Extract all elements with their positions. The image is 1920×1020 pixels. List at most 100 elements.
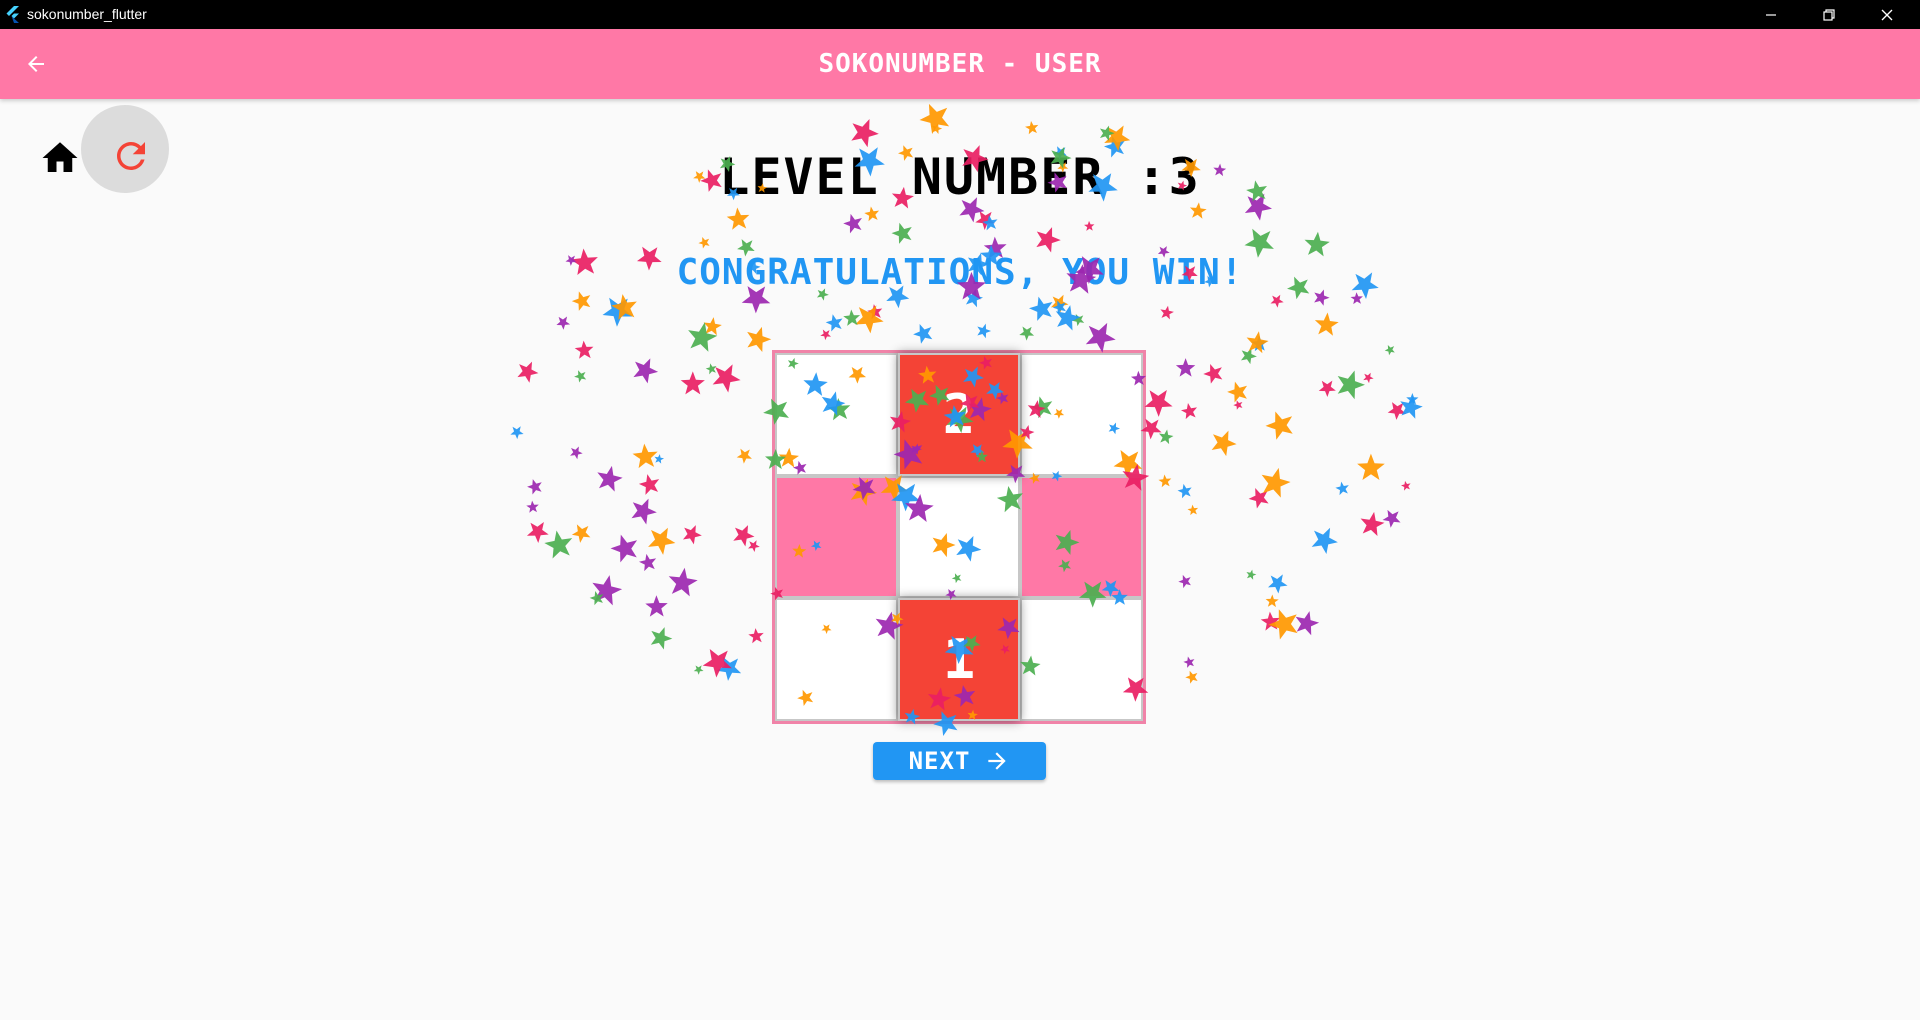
confetti-star	[726, 207, 750, 230]
confetti-star	[602, 297, 633, 327]
confetti-star	[1028, 296, 1053, 321]
target-cell	[1020, 475, 1143, 599]
confetti-star	[648, 527, 676, 555]
confetti-star	[517, 361, 539, 383]
confetti-star	[1240, 347, 1257, 365]
confetti-star	[1268, 574, 1288, 594]
confetti-star	[1401, 480, 1411, 491]
confetti-star	[1337, 370, 1366, 400]
number-block-1[interactable]: 1	[897, 598, 1021, 721]
confetti-star	[982, 215, 998, 231]
confetti-star	[1335, 481, 1349, 496]
confetti-star	[1382, 509, 1401, 528]
confetti-star	[589, 591, 604, 606]
confetti-star	[680, 371, 705, 395]
confetti-star	[668, 567, 698, 597]
board-cell-empty	[1020, 353, 1143, 476]
confetti-star	[1261, 467, 1291, 498]
confetti-star	[1158, 429, 1174, 445]
window-titlebar: sokonumber_flutter	[0, 0, 1920, 29]
confetti-star	[1187, 504, 1199, 516]
confetti-star	[638, 553, 657, 572]
confetti-star	[820, 329, 832, 341]
confetti-star	[526, 522, 549, 544]
confetti-star	[867, 304, 883, 320]
confetti-star	[650, 627, 673, 650]
confetti-star	[1084, 220, 1095, 231]
confetti-star	[1295, 611, 1320, 636]
win-message: CONGRATULATIONS, YOU WIN!	[676, 252, 1244, 293]
next-button-label: NEXT	[908, 747, 971, 775]
close-button[interactable]	[1858, 0, 1916, 29]
confetti-star	[527, 479, 542, 495]
confetti-star	[592, 575, 623, 606]
confetti-star	[1180, 403, 1198, 420]
confetti-star	[1233, 400, 1243, 410]
flutter-logo-icon	[6, 6, 19, 23]
restore-icon	[1823, 8, 1835, 21]
confetti-star	[1203, 363, 1223, 384]
confetti-star	[1055, 305, 1081, 331]
number-block-2[interactable]: 2	[897, 353, 1021, 476]
confetti-star	[1019, 326, 1035, 341]
confetti-star	[712, 364, 741, 393]
confetti-star	[733, 525, 755, 547]
confetti-star	[1246, 569, 1257, 580]
restore-button[interactable]	[1800, 0, 1858, 29]
confetti-star	[1158, 474, 1172, 488]
confetti-star	[1400, 395, 1423, 419]
confetti-star	[931, 123, 943, 135]
confetti-star	[1360, 511, 1385, 537]
confetti-star	[632, 443, 658, 469]
confetti-star	[1025, 120, 1039, 135]
confetti-star	[1384, 344, 1395, 356]
confetti-star	[544, 530, 573, 559]
app-bar: SOKONUMBER - USER	[0, 29, 1920, 99]
block-number: 1	[942, 628, 976, 692]
board-cell-empty	[897, 475, 1021, 599]
confetti-star	[843, 309, 861, 326]
confetti-star	[851, 118, 879, 148]
confetti-star	[1260, 611, 1281, 631]
confetti-star	[1175, 358, 1196, 377]
confetti-star	[919, 103, 950, 135]
confetti-star	[570, 446, 583, 460]
confetti-star	[1160, 305, 1174, 320]
confetti-star	[1387, 402, 1407, 420]
confetti-star	[705, 363, 717, 375]
confetti-star	[702, 649, 732, 678]
confetti-star	[1072, 314, 1085, 327]
confetti-star	[1227, 381, 1248, 403]
confetti-star	[825, 314, 843, 332]
board-cell-empty	[775, 353, 898, 476]
confetti-star	[1211, 430, 1237, 457]
confetti-star	[1318, 380, 1336, 398]
block-number: 2	[942, 382, 976, 446]
close-icon	[1881, 9, 1893, 20]
window-title: sokonumber_flutter	[27, 6, 147, 22]
confetti-star	[1406, 392, 1419, 405]
confetti-star	[654, 454, 665, 464]
confetti-star	[526, 500, 539, 513]
confetti-star	[1177, 483, 1192, 499]
confetti-star	[631, 498, 657, 525]
confetti-star	[638, 474, 660, 495]
next-level-button[interactable]: NEXT	[873, 742, 1046, 780]
confetti-star	[891, 222, 912, 244]
app-title: SOKONUMBER - USER	[818, 49, 1102, 79]
confetti-star	[913, 324, 933, 344]
confetti-star	[1357, 453, 1385, 481]
confetti-star	[574, 370, 587, 383]
board-cell-empty	[1020, 598, 1143, 721]
target-cell	[775, 475, 898, 599]
confetti-star	[1052, 300, 1066, 315]
minimize-button[interactable]	[1742, 0, 1800, 29]
confetti-star	[571, 524, 591, 543]
confetti-star	[855, 305, 884, 334]
confetti-star	[864, 206, 880, 222]
confetti-star	[1248, 488, 1269, 509]
confetti-star	[693, 665, 704, 675]
confetti-star	[1050, 294, 1069, 313]
confetti-star	[611, 294, 637, 320]
board-cell-empty	[775, 598, 898, 721]
